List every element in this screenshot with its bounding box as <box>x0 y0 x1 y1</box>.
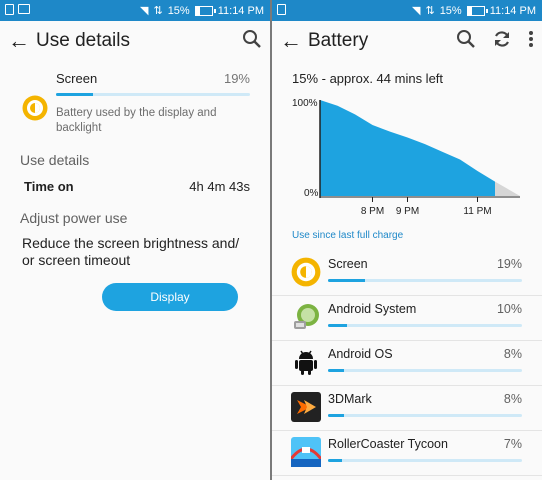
app-percent: 8% <box>503 392 522 406</box>
screen-usage-entry: Screen 19% Battery used by the display a… <box>0 61 270 136</box>
projection-area <box>495 181 520 196</box>
time-on-row: Time on 4h 4m 43s <box>24 179 250 194</box>
battery-icon <box>194 5 216 16</box>
battery-percent: 15% <box>439 4 462 17</box>
y-tick-label-bottom: 0% <box>304 188 319 199</box>
adjust-power-header: Adjust power use <box>20 210 128 226</box>
search-icon[interactable] <box>242 29 262 55</box>
app-bar: ← Battery <box>272 21 542 61</box>
app-percent: 10% <box>496 302 522 316</box>
usage-bar <box>56 93 250 96</box>
status-bar: ◥ ⇅ 15% 11:14 PM <box>272 0 542 21</box>
app-usage-bar <box>328 279 522 282</box>
battery-chart-svg: 100% 0% 8 PM 9 PM 11 PM <box>292 98 520 217</box>
app-usage-bar-fill <box>328 459 342 462</box>
app-usage-list: Screen 19% Android System 10% Android OS 8% 3D… <box>272 251 542 476</box>
entry-name: Screen <box>56 71 98 86</box>
notification-icon <box>5 4 14 15</box>
clock: 11:14 PM <box>489 4 536 17</box>
3dmark-icon <box>291 392 321 422</box>
x-tick-label: 11 PM <box>463 206 491 217</box>
app-bar: ← Use details <box>0 21 270 61</box>
app-usage-bar-fill <box>328 324 348 327</box>
app-name: Screen <box>328 257 368 271</box>
back-arrow-icon[interactable]: ← <box>280 28 308 54</box>
use-details-header: Use details <box>20 152 90 168</box>
time-on-value: 4h 4m 43s <box>189 179 250 194</box>
android-os-icon <box>291 347 321 377</box>
android-system-icon <box>291 302 321 332</box>
reduce-tip: Reduce the screen brightness and/ or scr… <box>22 235 240 268</box>
app-usage-bar <box>328 414 522 417</box>
battery-percent: 15% <box>167 4 190 17</box>
app-name: RollerCoaster Tycoon <box>328 437 448 451</box>
wifi-icon: ◥ <box>140 5 149 17</box>
app-name: Android OS <box>328 347 393 361</box>
usage-bar-fill <box>56 93 93 96</box>
battery-summary: 15% - approx. 44 mins left <box>292 71 444 86</box>
page-title: Use details <box>36 30 130 51</box>
entry-description: Battery used by the display and backligh… <box>56 107 217 134</box>
clock: 11:14 PM <box>217 4 264 17</box>
time-on-label: Time on <box>24 179 74 194</box>
sync-icon: ⇅ <box>425 5 435 17</box>
use-since-link[interactable]: Use since last full charge <box>292 230 542 241</box>
y-tick-label-top: 100% <box>292 98 318 109</box>
sync-icon: ⇅ <box>153 5 163 17</box>
app-percent: 8% <box>503 347 522 361</box>
app-usage-bar-fill <box>328 414 344 417</box>
notification-icon <box>277 4 286 15</box>
battery-history-chart: 100% 0% 8 PM 9 PM 11 PM <box>290 94 522 224</box>
app-usage-item[interactable]: RollerCoaster Tycoon 7% <box>272 431 542 476</box>
app-usage-item[interactable]: Android System 10% <box>272 296 542 341</box>
rollercoaster-tycoon-icon <box>289 437 323 467</box>
refresh-icon[interactable] <box>492 29 512 55</box>
screen-brightness-icon <box>22 95 48 126</box>
use-details-screen: ◥ ⇅ 15% 11:14 PM ← Use details Screen 19… <box>0 0 270 480</box>
screen-brightness-icon <box>291 257 321 287</box>
display-button[interactable]: Display <box>102 283 238 311</box>
search-icon[interactable] <box>456 29 476 55</box>
image-notification-icon <box>18 4 30 14</box>
app-usage-bar-fill <box>328 279 365 282</box>
app-usage-bar-fill <box>328 369 344 372</box>
app-usage-item[interactable]: 3DMark 8% <box>272 386 542 431</box>
app-usage-bar <box>328 459 522 462</box>
app-usage-item[interactable]: Screen 19% <box>272 251 542 296</box>
entry-percent: 19% <box>223 71 250 86</box>
overflow-menu-icon[interactable] <box>528 29 534 55</box>
battery-screen: ◥ ⇅ 15% 11:14 PM ← Battery 15% - approx.… <box>272 0 542 480</box>
app-usage-bar <box>328 369 522 372</box>
back-arrow-icon[interactable]: ← <box>8 28 36 54</box>
x-tick-label: 9 PM <box>396 206 419 217</box>
status-bar: ◥ ⇅ 15% 11:14 PM <box>0 0 270 21</box>
wifi-icon: ◥ <box>412 5 421 17</box>
app-name: Android System <box>328 302 417 316</box>
app-usage-bar <box>328 324 522 327</box>
x-tick-label: 8 PM <box>361 206 384 217</box>
app-percent: 7% <box>503 437 522 451</box>
app-usage-item[interactable]: Android OS 8% <box>272 341 542 386</box>
app-percent: 19% <box>496 257 522 271</box>
battery-level-area <box>320 100 495 196</box>
battery-icon <box>466 5 488 16</box>
app-name: 3DMark <box>328 392 372 406</box>
page-title: Battery <box>308 30 369 51</box>
